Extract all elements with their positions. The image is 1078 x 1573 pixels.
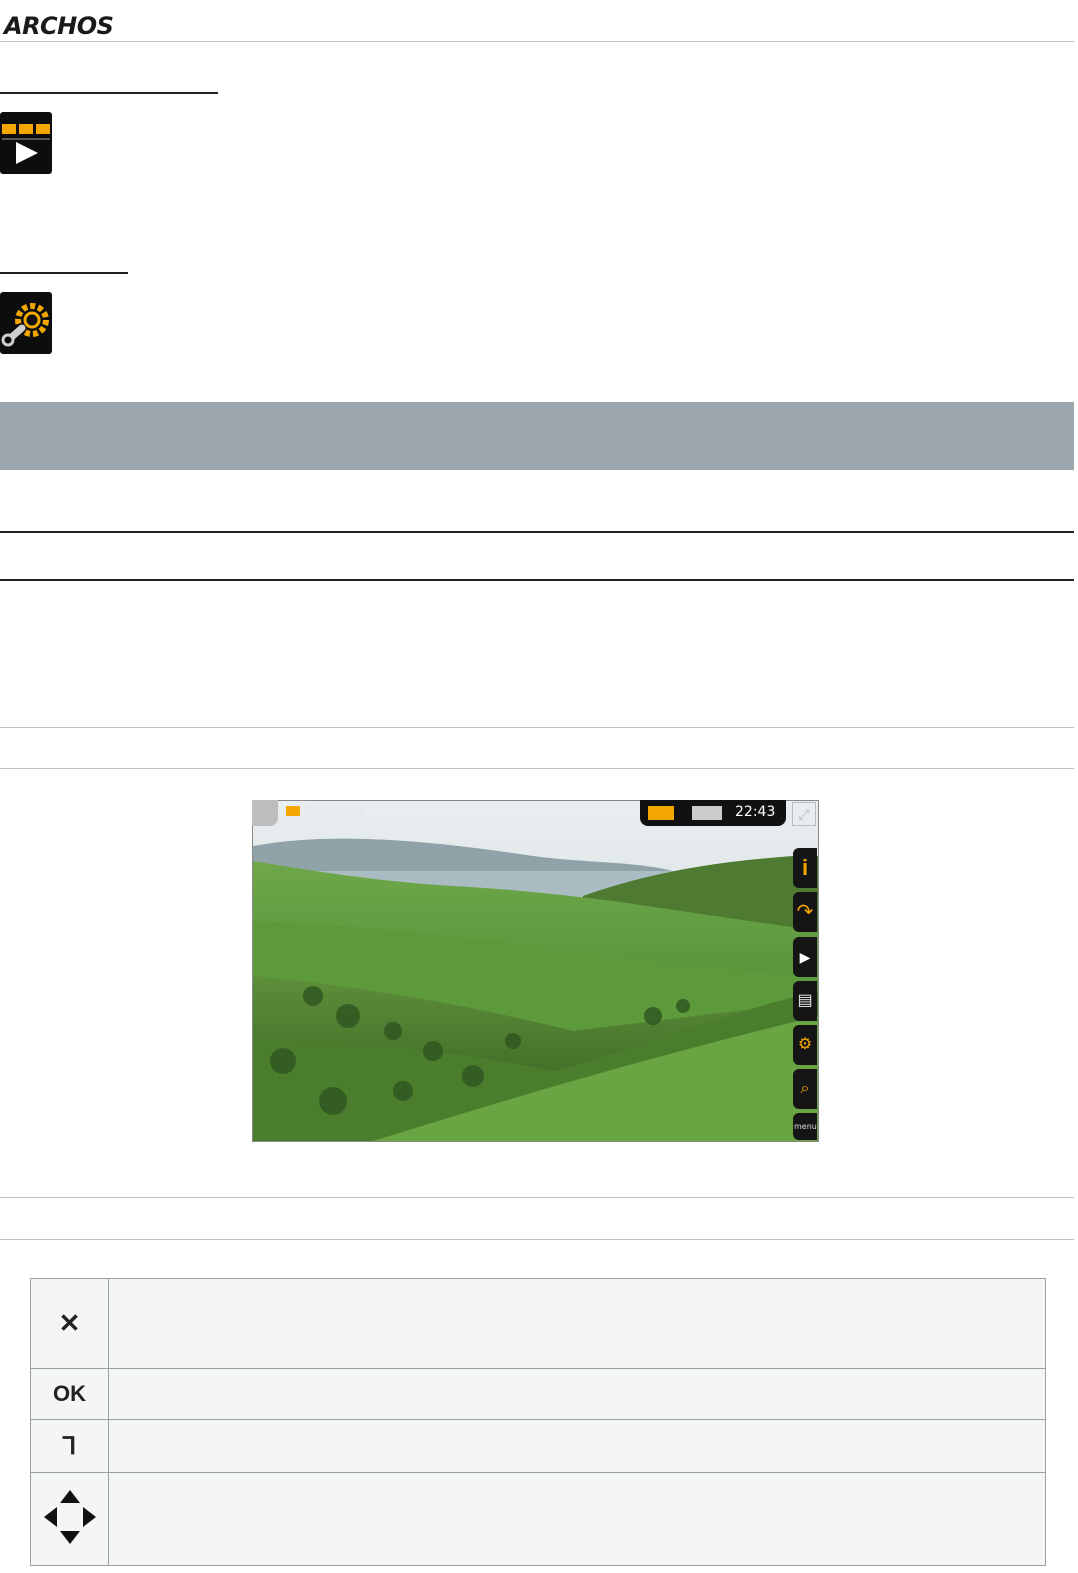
set-wallpaper-icon: ▤ <box>797 992 813 1009</box>
section-banner <box>0 402 1074 470</box>
rotate-icon: ↷ <box>796 901 814 923</box>
zoom-button[interactable]: ⌕ <box>793 1069 817 1109</box>
button-key-table: ✕ OK ⅂ <box>30 1278 1046 1566</box>
header-rule <box>0 41 1074 42</box>
table-row: OK <box>30 1368 1046 1420</box>
folder-icon <box>286 806 300 816</box>
table-row: ✕ <box>30 1278 1046 1369</box>
row-description <box>108 1368 1046 1420</box>
table-row: ⅂ <box>30 1419 1046 1473</box>
fullscreen-icon[interactable]: ⤢ <box>792 802 816 826</box>
table-rule-bottom <box>0 579 1074 581</box>
info-icon: i <box>801 855 809 880</box>
menu-label: menu <box>794 1122 817 1131</box>
section-heading-underline <box>0 92 218 94</box>
back-button[interactable] <box>252 800 278 826</box>
battery-icon <box>648 806 674 820</box>
table-rule-top <box>0 531 1074 533</box>
volume-icon <box>692 806 722 820</box>
row-description <box>108 1419 1046 1473</box>
set-wallpaper-button[interactable]: ▤ <box>793 981 817 1021</box>
section-heading-underline <box>0 272 128 274</box>
back-icon: ⅂ <box>30 1419 109 1473</box>
directional-arrows-icon <box>30 1472 109 1566</box>
ok-icon: OK <box>30 1368 109 1420</box>
photo-title: Photo_01 <box>305 805 366 820</box>
photo-viewer-screenshot <box>252 800 819 1142</box>
slideshow-icon <box>0 112 52 174</box>
rule <box>0 768 1074 769</box>
rule <box>0 1197 1074 1198</box>
rule <box>0 727 1074 728</box>
slideshow-icon: ▶ <box>799 949 811 965</box>
row-description <box>108 1278 1046 1369</box>
row-description <box>108 1472 1046 1566</box>
slideshow-button[interactable]: ▶ <box>793 937 817 977</box>
rotate-button[interactable]: ↷ <box>793 892 817 932</box>
close-icon: ✕ <box>30 1278 109 1369</box>
info-button[interactable]: i <box>793 848 817 888</box>
zoom-icon: ⌕ <box>800 1080 810 1097</box>
settings-icon <box>0 292 52 354</box>
settings-icon: ⚙ <box>797 1036 813 1053</box>
clock: 22:43 <box>735 804 776 820</box>
rule <box>0 1239 1074 1240</box>
table-row <box>30 1472 1046 1566</box>
settings-button[interactable]: ⚙ <box>793 1025 817 1065</box>
archos-logo: ARCHOS <box>4 12 114 40</box>
